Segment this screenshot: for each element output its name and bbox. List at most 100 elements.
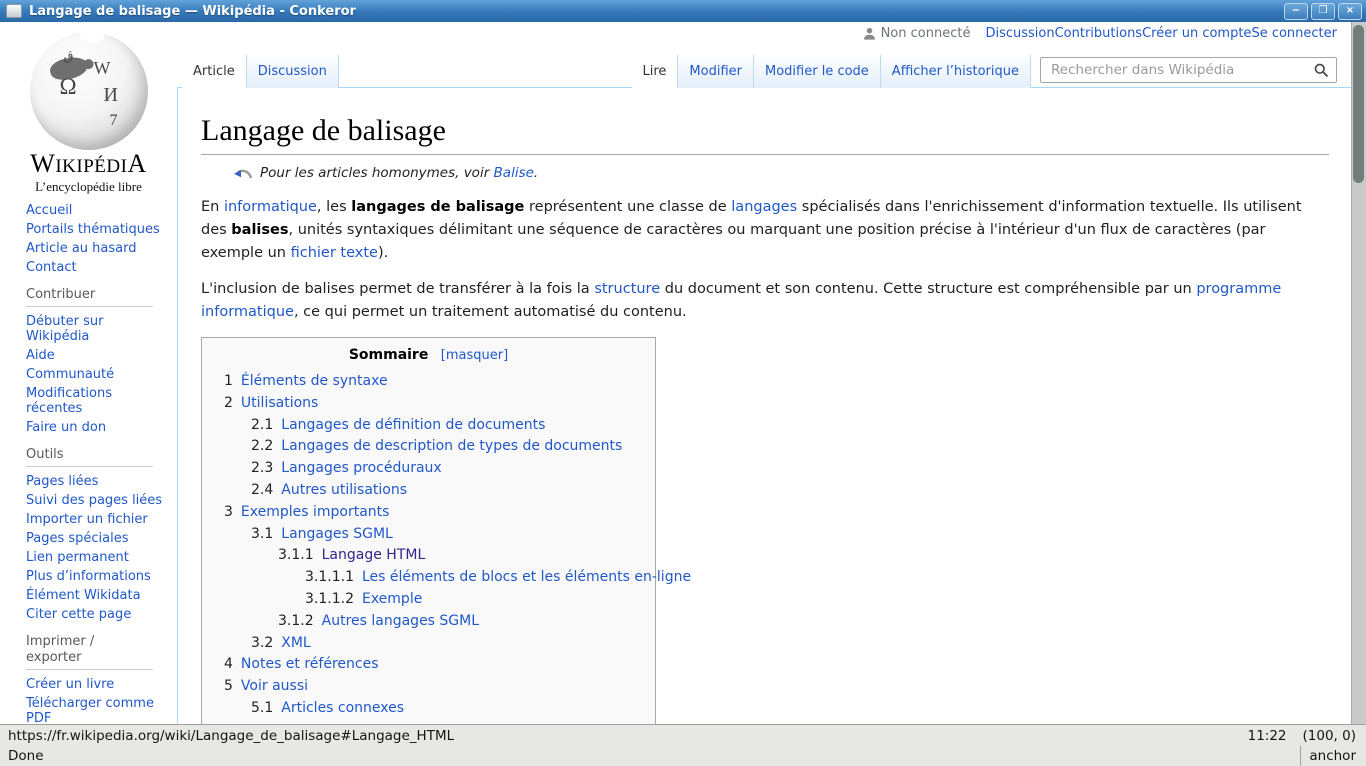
toc-link[interactable]: Utilisations: [241, 395, 318, 411]
toc-item: 2.2Langages de description de types de d…: [241, 436, 643, 458]
toc-link[interactable]: Langages procéduraux: [281, 460, 441, 476]
toc-link[interactable]: Autres langages SGML: [322, 613, 479, 629]
sidebar-nav: Accueil Portails thématiques Article au ha…: [0, 195, 177, 724]
text: Pour les articles homonymes, voir: [260, 165, 494, 181]
wikipedia-globe-icon[interactable]: Ω W И 7 ق: [30, 32, 148, 150]
sidebar-item[interactable]: Accueil: [26, 203, 167, 218]
sidebar-link[interactable]: Plus d’informations: [26, 569, 151, 584]
sidebar-item[interactable]: Débuter sur Wikipédia: [26, 314, 167, 344]
toc-link[interactable]: Langages de description de types de docu…: [281, 438, 622, 454]
sidebar-item[interactable]: Créer un livre: [26, 677, 167, 692]
toc-link[interactable]: Exemples importants: [241, 504, 390, 520]
hatnote-text: Pour les articles homonymes, voir Balise…: [260, 165, 538, 181]
window-restore-button[interactable]: ❐: [1311, 3, 1335, 20]
sidebar-item[interactable]: Article au hasard: [26, 241, 167, 256]
tab[interactable]: Discussion: [247, 55, 339, 88]
sidebar-item[interactable]: Contact: [26, 260, 167, 275]
personal-link[interactable]: Se connecter: [1251, 26, 1337, 41]
personal-link[interactable]: Créer un compte: [1142, 26, 1251, 41]
sidebar-item[interactable]: Faire un don: [26, 420, 167, 435]
inline-link[interactable]: Balise: [494, 165, 534, 181]
toc-item: 2.3Langages procéduraux: [241, 458, 643, 480]
sidebar-link[interactable]: Contact: [26, 260, 77, 275]
toc-number: 5.1: [251, 700, 273, 716]
sidebar-item[interactable]: Portails thématiques: [26, 222, 167, 237]
sidebar-link[interactable]: Télécharger comme PDF: [26, 696, 154, 724]
sidebar-link[interactable]: Modifications récentes: [26, 386, 112, 416]
tab-label: Article: [193, 64, 235, 79]
sidebar-link[interactable]: Citer cette page: [26, 607, 131, 622]
inline-link[interactable]: informatique: [224, 199, 317, 215]
toc-number: 3: [224, 504, 233, 520]
toc-toggle-link[interactable]: [masquer]: [441, 348, 508, 363]
inline-link[interactable]: langages: [731, 199, 797, 215]
toc-link[interactable]: Les éléments de blocs et les éléments en…: [362, 569, 691, 585]
globe-notch: [80, 29, 104, 43]
toc-link[interactable]: Notes et références: [241, 656, 379, 672]
tab[interactable]: Lire: [632, 55, 679, 88]
text: , les: [317, 199, 351, 215]
sidebar-item[interactable]: Modifications récentes: [26, 386, 167, 416]
sidebar-link[interactable]: Suivi des pages liées: [26, 493, 162, 508]
sidebar-item[interactable]: Suivi des pages liées: [26, 493, 167, 508]
vertical-scrollbar[interactable]: [1351, 22, 1366, 724]
sidebar-link[interactable]: Accueil: [26, 203, 72, 218]
globe-glyph: 7: [110, 112, 118, 130]
sidebar-link[interactable]: Importer un fichier: [26, 512, 148, 527]
sidebar-link[interactable]: Aide: [26, 348, 55, 363]
sidebar-link[interactable]: Débuter sur Wikipédia: [26, 314, 103, 344]
toc-link[interactable]: Langages SGML: [281, 526, 393, 542]
window-close-button[interactable]: ×: [1338, 3, 1362, 20]
personal-link[interactable]: Discussion: [985, 26, 1054, 41]
sidebar-item[interactable]: Aide: [26, 348, 167, 363]
sidebar-item[interactable]: Pages liées: [26, 474, 167, 489]
sidebar-item[interactable]: Pages spéciales: [26, 531, 167, 546]
window-minimize-button[interactable]: −: [1284, 3, 1308, 20]
toc-link[interactable]: XML: [281, 635, 310, 651]
sidebar-item[interactable]: Citer cette page: [26, 607, 167, 622]
sidebar-link[interactable]: Article au hasard: [26, 241, 137, 256]
sidebar-link[interactable]: Portails thématiques: [26, 222, 160, 237]
toc-number: 1: [224, 373, 233, 389]
search-icon[interactable]: [1314, 63, 1329, 78]
sidebar-item[interactable]: Plus d’informations: [26, 569, 167, 584]
toc-link[interactable]: Langage HTML: [322, 547, 426, 563]
wikipedia-logo[interactable]: Ω W И 7 ق WIKIPÉDIA L’encyclopédie libre: [0, 32, 177, 195]
scrollbar-thumb[interactable]: [1353, 25, 1364, 183]
sidebar-item[interactable]: Lien permanent: [26, 550, 167, 565]
toc-link[interactable]: Éléments de syntaxe: [241, 373, 388, 389]
tab[interactable]: Modifier le code: [754, 55, 881, 88]
personal-tools-bar: Non connecté DiscussionContributionsCrée…: [863, 26, 1337, 41]
sidebar-item[interactable]: Importer un fichier: [26, 512, 167, 527]
statusbar-mode: anchor: [1309, 748, 1356, 764]
toc-link[interactable]: Voir aussi: [241, 678, 308, 694]
tab[interactable]: Article: [182, 55, 247, 88]
sidebar-link[interactable]: Pages liées: [26, 474, 98, 489]
toc-link[interactable]: Langages de définition de documents: [281, 417, 545, 433]
sidebar-link[interactable]: Lien permanent: [26, 550, 129, 565]
wikipedia-wordmark[interactable]: WIKIPÉDIA: [0, 152, 177, 179]
login-status: Non connecté: [863, 26, 971, 41]
sidebar-item[interactable]: Communauté: [26, 367, 167, 382]
tab[interactable]: Modifier: [678, 55, 754, 88]
sidebar-item[interactable]: Télécharger comme PDF: [26, 696, 167, 724]
personal-link[interactable]: Contributions: [1055, 26, 1143, 41]
inline-link[interactable]: structure: [594, 281, 660, 297]
inline-link[interactable]: fichier texte: [291, 245, 378, 261]
sidebar-item[interactable]: Élément Wikidata: [26, 588, 167, 603]
sidebar-link[interactable]: Pages spéciales: [26, 531, 129, 546]
toc-number: 3.1.1: [278, 547, 314, 563]
toc-link[interactable]: Autres utilisations: [281, 482, 407, 498]
search-input[interactable]: [1049, 61, 1314, 79]
sidebar-link[interactable]: Élément Wikidata: [26, 588, 141, 603]
sidebar-link[interactable]: Faire un don: [26, 420, 106, 435]
toc-link[interactable]: Exemple: [362, 591, 422, 607]
toc-item: 2.1Langages de définition de documents: [241, 415, 643, 437]
globe-glyph: И: [104, 84, 118, 107]
toc-link[interactable]: Articles connexes: [281, 700, 404, 716]
sidebar-list: Créer un livre Télécharger comme PDF: [26, 677, 167, 724]
tab[interactable]: Afficher l’historique: [881, 55, 1031, 88]
sidebar-link[interactable]: Créer un livre: [26, 677, 114, 692]
statusbar-separator: [1300, 746, 1301, 766]
sidebar-link[interactable]: Communauté: [26, 367, 114, 382]
